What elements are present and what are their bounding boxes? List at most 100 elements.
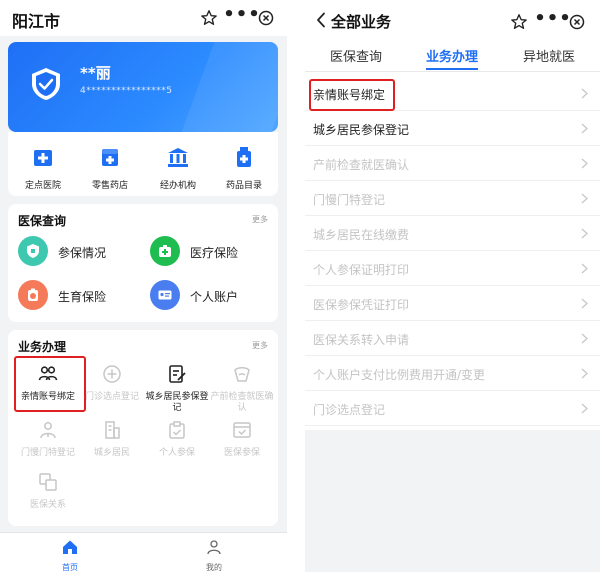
category-tabs: 医保查询 业务办理 异地就医 (305, 40, 600, 72)
mq-item-maternity[interactable]: 生育保险 (18, 280, 138, 314)
biz-label: 门诊选点登记 (84, 392, 139, 402)
more-icon[interactable]: ••• (222, 6, 262, 30)
mq-label: 医疗保险 (190, 246, 239, 260)
list-item[interactable]: 医保参保凭证打印 (305, 286, 600, 321)
biz-item-resident-enrollment[interactable]: 城乡居民参保登记 (144, 364, 210, 414)
top-bar: 阳江市 ••• (0, 0, 287, 36)
user-icon (207, 540, 221, 555)
mq-item-personal-account[interactable]: 个人账户 (150, 280, 270, 314)
more-icon[interactable]: ••• (533, 10, 573, 34)
chevron-right-icon (581, 158, 588, 169)
left-screen: 阳江市 ••• **丽 4****************5 定点医院 零售药店… (0, 0, 287, 572)
certificate-icon (233, 422, 251, 438)
mini-capsule: ••• (533, 10, 600, 34)
building-icon (168, 148, 188, 167)
biz-label: 产前检查就医确认 (210, 392, 274, 413)
card-decoration (177, 42, 278, 132)
form-edit-icon (169, 365, 186, 383)
mq-item-enrollment[interactable]: 参保情况 (18, 236, 138, 270)
more-link[interactable]: 更多 (252, 214, 268, 225)
quick-item-drug-catalog[interactable]: 药品目录 (214, 146, 274, 191)
empty-area (305, 430, 600, 572)
list-item[interactable]: 医保关系转入申请 (305, 321, 600, 356)
add-circle-icon (103, 365, 121, 383)
chevron-right-icon (581, 368, 588, 379)
biz-item-chronic-registration[interactable]: 门慢门特登记 (15, 420, 81, 459)
page-title: 全部业务 (331, 13, 392, 31)
list-item-label: 个人账户支付比例费用开通/变更 (313, 368, 486, 382)
list-item-label: 城乡居民在线缴费 (313, 228, 410, 242)
list-item-label: 门诊选点登记 (313, 403, 386, 417)
list-item[interactable]: 城乡居民在线缴费 (305, 216, 600, 251)
biz-label: 个人参保 (158, 448, 195, 458)
biz-label: 医保参保 (223, 448, 260, 458)
list-item-label: 医保参保凭证打印 (313, 298, 410, 312)
chevron-right-icon (581, 333, 588, 344)
close-icon[interactable] (569, 14, 585, 30)
doctor-icon (40, 422, 56, 439)
biz-item-personal-enrollment[interactable]: 个人参保 (144, 420, 210, 459)
tab-label: 首页 (62, 563, 78, 572)
list-item-label: 个人参保证明打印 (313, 263, 410, 277)
chevron-right-icon (581, 403, 588, 414)
medicine-bottle-icon (237, 147, 251, 167)
star-icon[interactable] (510, 13, 528, 31)
user-name: **丽 (80, 64, 111, 82)
list-item[interactable]: 个人参保证明打印 (305, 251, 600, 286)
tab-home[interactable]: 首页 (50, 539, 90, 572)
top-bar: 全部业务 ••• (305, 0, 600, 40)
list-item-label: 医保关系转入申请 (313, 333, 410, 347)
shield-check-icon (32, 68, 60, 100)
right-screen: 全部业务 ••• 医保查询 业务办理 异地就医 亲情账号绑定 城乡居民参保登记 … (305, 0, 600, 572)
biz-label: 门慢门特登记 (20, 448, 75, 458)
list-item[interactable]: 门诊选点登记 (305, 391, 600, 426)
section-title: 医保查询 (18, 214, 67, 228)
tab-mine[interactable]: 我的 (194, 539, 234, 572)
mq-label: 参保情况 (58, 246, 107, 260)
mq-label: 生育保险 (58, 290, 107, 304)
bottom-tab-bar: 首页 我的 (0, 532, 287, 572)
medical-query-section: 医保查询 更多 参保情况 医疗保险 生育保险 个人账户 (8, 204, 278, 322)
user-id: 4****************5 (80, 86, 173, 96)
highlight-box (14, 356, 86, 412)
chevron-right-icon (581, 298, 588, 309)
chevron-right-icon (581, 263, 588, 274)
biz-item-urban-rural[interactable]: 城乡居民 (79, 420, 145, 459)
biz-item-insurance-relation[interactable]: 医保关系 (15, 472, 81, 511)
biz-item-prenatal-confirm[interactable]: 产前检查就医确认 (209, 364, 275, 414)
quick-label: 定点医院 (24, 181, 61, 191)
tab-business[interactable]: 业务办理 (426, 46, 478, 65)
list-item[interactable]: 城乡居民参保登记 (305, 111, 600, 146)
quick-item-pharmacy[interactable]: 零售药店 (80, 146, 140, 191)
business-list: 亲情账号绑定 城乡居民参保登记 产前检查就医确认 门慢门特登记 城乡居民在线缴费… (305, 76, 600, 430)
biz-item-clinic-registration[interactable]: 门诊选点登记 (79, 364, 145, 403)
chevron-right-icon (581, 228, 588, 239)
quick-label: 药品目录 (225, 181, 262, 191)
list-item[interactable]: 产前检查就医确认 (305, 146, 600, 181)
list-item[interactable]: 门慢门特登记 (305, 181, 600, 216)
biz-item-insurance-enrollment[interactable]: 医保参保 (209, 420, 275, 459)
maternity-icon (18, 280, 48, 310)
quick-label: 零售药店 (91, 181, 128, 191)
list-item-label: 城乡居民参保登记 (313, 123, 410, 137)
biz-label: 医保关系 (29, 500, 66, 510)
transfer-icon (39, 473, 57, 491)
quick-item-agency[interactable]: 经办机构 (148, 146, 208, 191)
star-icon[interactable] (200, 9, 218, 27)
quick-services: 定点医院 零售药店 经办机构 药品目录 (8, 132, 278, 196)
list-item[interactable]: 个人账户支付比例费用开通/变更 (305, 356, 600, 391)
city-title: 阳江市 (12, 12, 61, 31)
section-title: 业务办理 (18, 340, 67, 354)
close-icon[interactable] (258, 10, 274, 26)
quick-item-hospital[interactable]: 定点医院 (13, 146, 73, 191)
back-arrow-icon[interactable] (315, 12, 327, 28)
tab-remote-medical[interactable]: 异地就医 (523, 46, 575, 65)
chevron-right-icon (581, 123, 588, 134)
mq-label: 个人账户 (190, 290, 239, 304)
quick-label: 经办机构 (159, 181, 196, 191)
user-card[interactable]: **丽 4****************5 (8, 42, 278, 132)
mq-item-medical-insurance[interactable]: 医疗保险 (150, 236, 270, 270)
biz-label: 城乡居民参保登记 (145, 392, 209, 413)
more-link[interactable]: 更多 (252, 340, 268, 351)
tab-medical-query[interactable]: 医保查询 (330, 46, 382, 65)
